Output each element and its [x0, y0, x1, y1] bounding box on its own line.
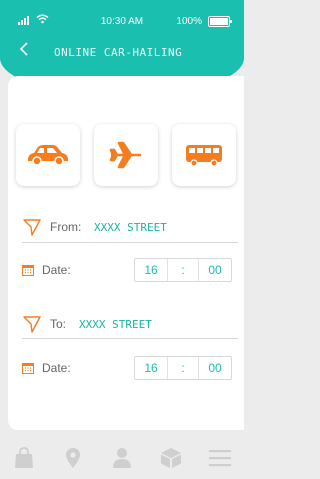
divider — [22, 242, 238, 243]
page-title: ONLINE CAR-HAILING — [54, 46, 183, 59]
box-icon — [160, 447, 181, 468]
navigation-icon — [23, 316, 41, 333]
menu-icon — [208, 449, 231, 466]
car-icon — [28, 145, 68, 166]
to-label: To: — [50, 317, 67, 331]
calendar-icon — [22, 265, 34, 276]
battery-percent: 100% — [176, 16, 202, 27]
bus-mode-button[interactable] — [172, 124, 236, 186]
tab-profile[interactable] — [107, 443, 137, 473]
divider — [22, 338, 238, 339]
to-minute[interactable]: 00 — [199, 361, 231, 375]
navigation-icon — [23, 219, 41, 236]
to-date-label: Date: — [42, 361, 71, 375]
airplane-icon — [109, 141, 141, 169]
to-hour[interactable]: 16 — [135, 361, 167, 375]
battery-icon — [208, 16, 232, 27]
from-label: From: — [50, 220, 82, 234]
tab-package[interactable] — [156, 443, 186, 473]
airplane-mode-button[interactable] — [94, 124, 158, 186]
tab-menu[interactable] — [205, 443, 235, 473]
time-separator: : — [167, 357, 199, 379]
status-bar: 10:30 AM 100% — [0, 12, 244, 32]
bus-icon — [186, 145, 222, 167]
calendar-icon — [22, 363, 34, 374]
transport-mode-selector — [16, 124, 244, 188]
user-icon — [112, 447, 131, 468]
to-address[interactable]: XXXX STREET — [79, 318, 152, 331]
from-hour[interactable]: 16 — [135, 263, 167, 277]
to-time-picker[interactable]: 16 : 00 — [134, 356, 232, 380]
car-mode-button[interactable] — [16, 124, 80, 186]
from-minute[interactable]: 00 — [199, 263, 231, 277]
tab-location[interactable] — [58, 443, 88, 473]
from-time-picker[interactable]: 16 : 00 — [134, 258, 232, 282]
location-pin-icon — [66, 447, 81, 468]
chevron-left-icon[interactable] — [14, 42, 34, 62]
from-date-label: Date: — [42, 263, 71, 277]
tab-shopping[interactable] — [9, 443, 39, 473]
from-address[interactable]: XXXX STREET — [94, 221, 167, 234]
shopping-bag-icon — [15, 446, 34, 468]
bottom-tab-bar — [0, 436, 244, 479]
booking-card: From: XXXX STREET Date: 16 : 00 To: XXXX… — [8, 76, 244, 430]
time-separator: : — [167, 259, 199, 281]
